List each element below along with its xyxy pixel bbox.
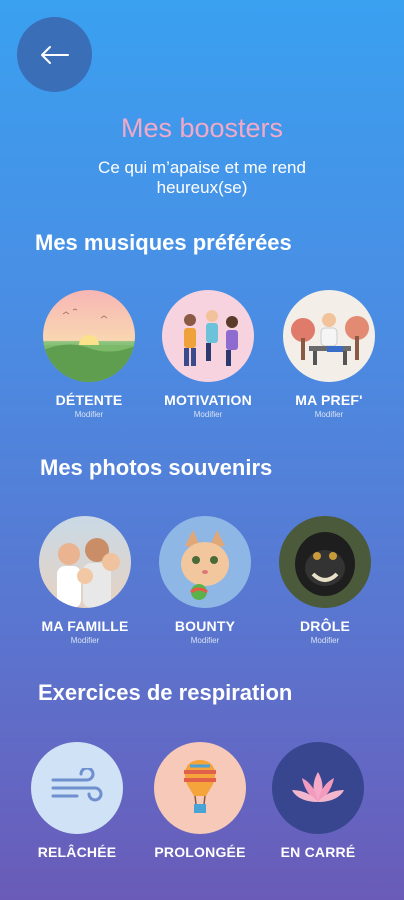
- edit-link[interactable]: Modifier: [153, 410, 263, 419]
- lotus-circle: [272, 742, 364, 834]
- arrow-left-icon: [40, 45, 69, 64]
- lotus-icon: [292, 772, 344, 802]
- breathing-item-en-carre[interactable]: EN CARRÉ: [263, 742, 373, 860]
- wind-circle: [31, 742, 123, 834]
- photo-item-label: BOUNTY: [174, 618, 236, 634]
- music-section-title: Mes musiques préférées: [35, 230, 292, 255]
- photo-item-label: DRÔLE: [300, 618, 350, 634]
- kitten-photo-image: [159, 516, 251, 608]
- music-item-motivation[interactable]: MOTIVATION Modifier: [153, 290, 263, 419]
- photos-section-title: Mes photos souvenirs: [40, 455, 273, 480]
- breathing-item-prolongee[interactable]: PROLONGÉE: [145, 742, 255, 860]
- monkey-selfie-image: [279, 516, 371, 608]
- wind-icon: [51, 768, 103, 802]
- music-item-ma-pref[interactable]: MA PREF' Modifier: [274, 290, 384, 419]
- photo-item-ma-famille[interactable]: MA FAMILLE Modifier: [30, 516, 140, 645]
- photo-item-bounty[interactable]: BOUNTY Modifier: [150, 516, 260, 645]
- balloon-circle: [154, 742, 246, 834]
- edit-link[interactable]: Modifier: [30, 636, 140, 645]
- music-item-detente[interactable]: DÉTENTE Modifier: [34, 290, 144, 419]
- breathing-section-title: Exercices de respiration: [38, 680, 293, 705]
- breathing-item-label: PROLONGÉE: [154, 844, 246, 860]
- sunset-landscape-image: [43, 290, 135, 382]
- music-item-label: MA PREF': [295, 392, 363, 408]
- music-item-label: DÉTENTE: [55, 392, 123, 408]
- edit-link[interactable]: Modifier: [34, 410, 144, 419]
- music-item-label: MOTIVATION: [164, 392, 252, 408]
- edit-link[interactable]: Modifier: [270, 636, 380, 645]
- family-photo-image: [39, 516, 131, 608]
- hot-air-balloon-icon: [184, 760, 216, 813]
- photo-item-label: MA FAMILLE: [41, 618, 129, 634]
- edit-link[interactable]: Modifier: [150, 636, 260, 645]
- dancing-people-image: [162, 290, 254, 382]
- breathing-item-label: EN CARRÉ: [280, 844, 356, 860]
- page-title: Mes boosters: [120, 113, 284, 143]
- page-subtitle: Ce qui m’apaise et me rend heureux(se): [98, 158, 306, 197]
- person-on-bench-image: [283, 290, 375, 382]
- edit-link[interactable]: Modifier: [274, 410, 384, 419]
- back-button[interactable]: [17, 17, 92, 92]
- breathing-item-label: RELÂCHÉE: [37, 844, 117, 860]
- photo-item-drole[interactable]: DRÔLE Modifier: [270, 516, 380, 645]
- breathing-item-relachee[interactable]: RELÂCHÉE: [22, 742, 132, 860]
